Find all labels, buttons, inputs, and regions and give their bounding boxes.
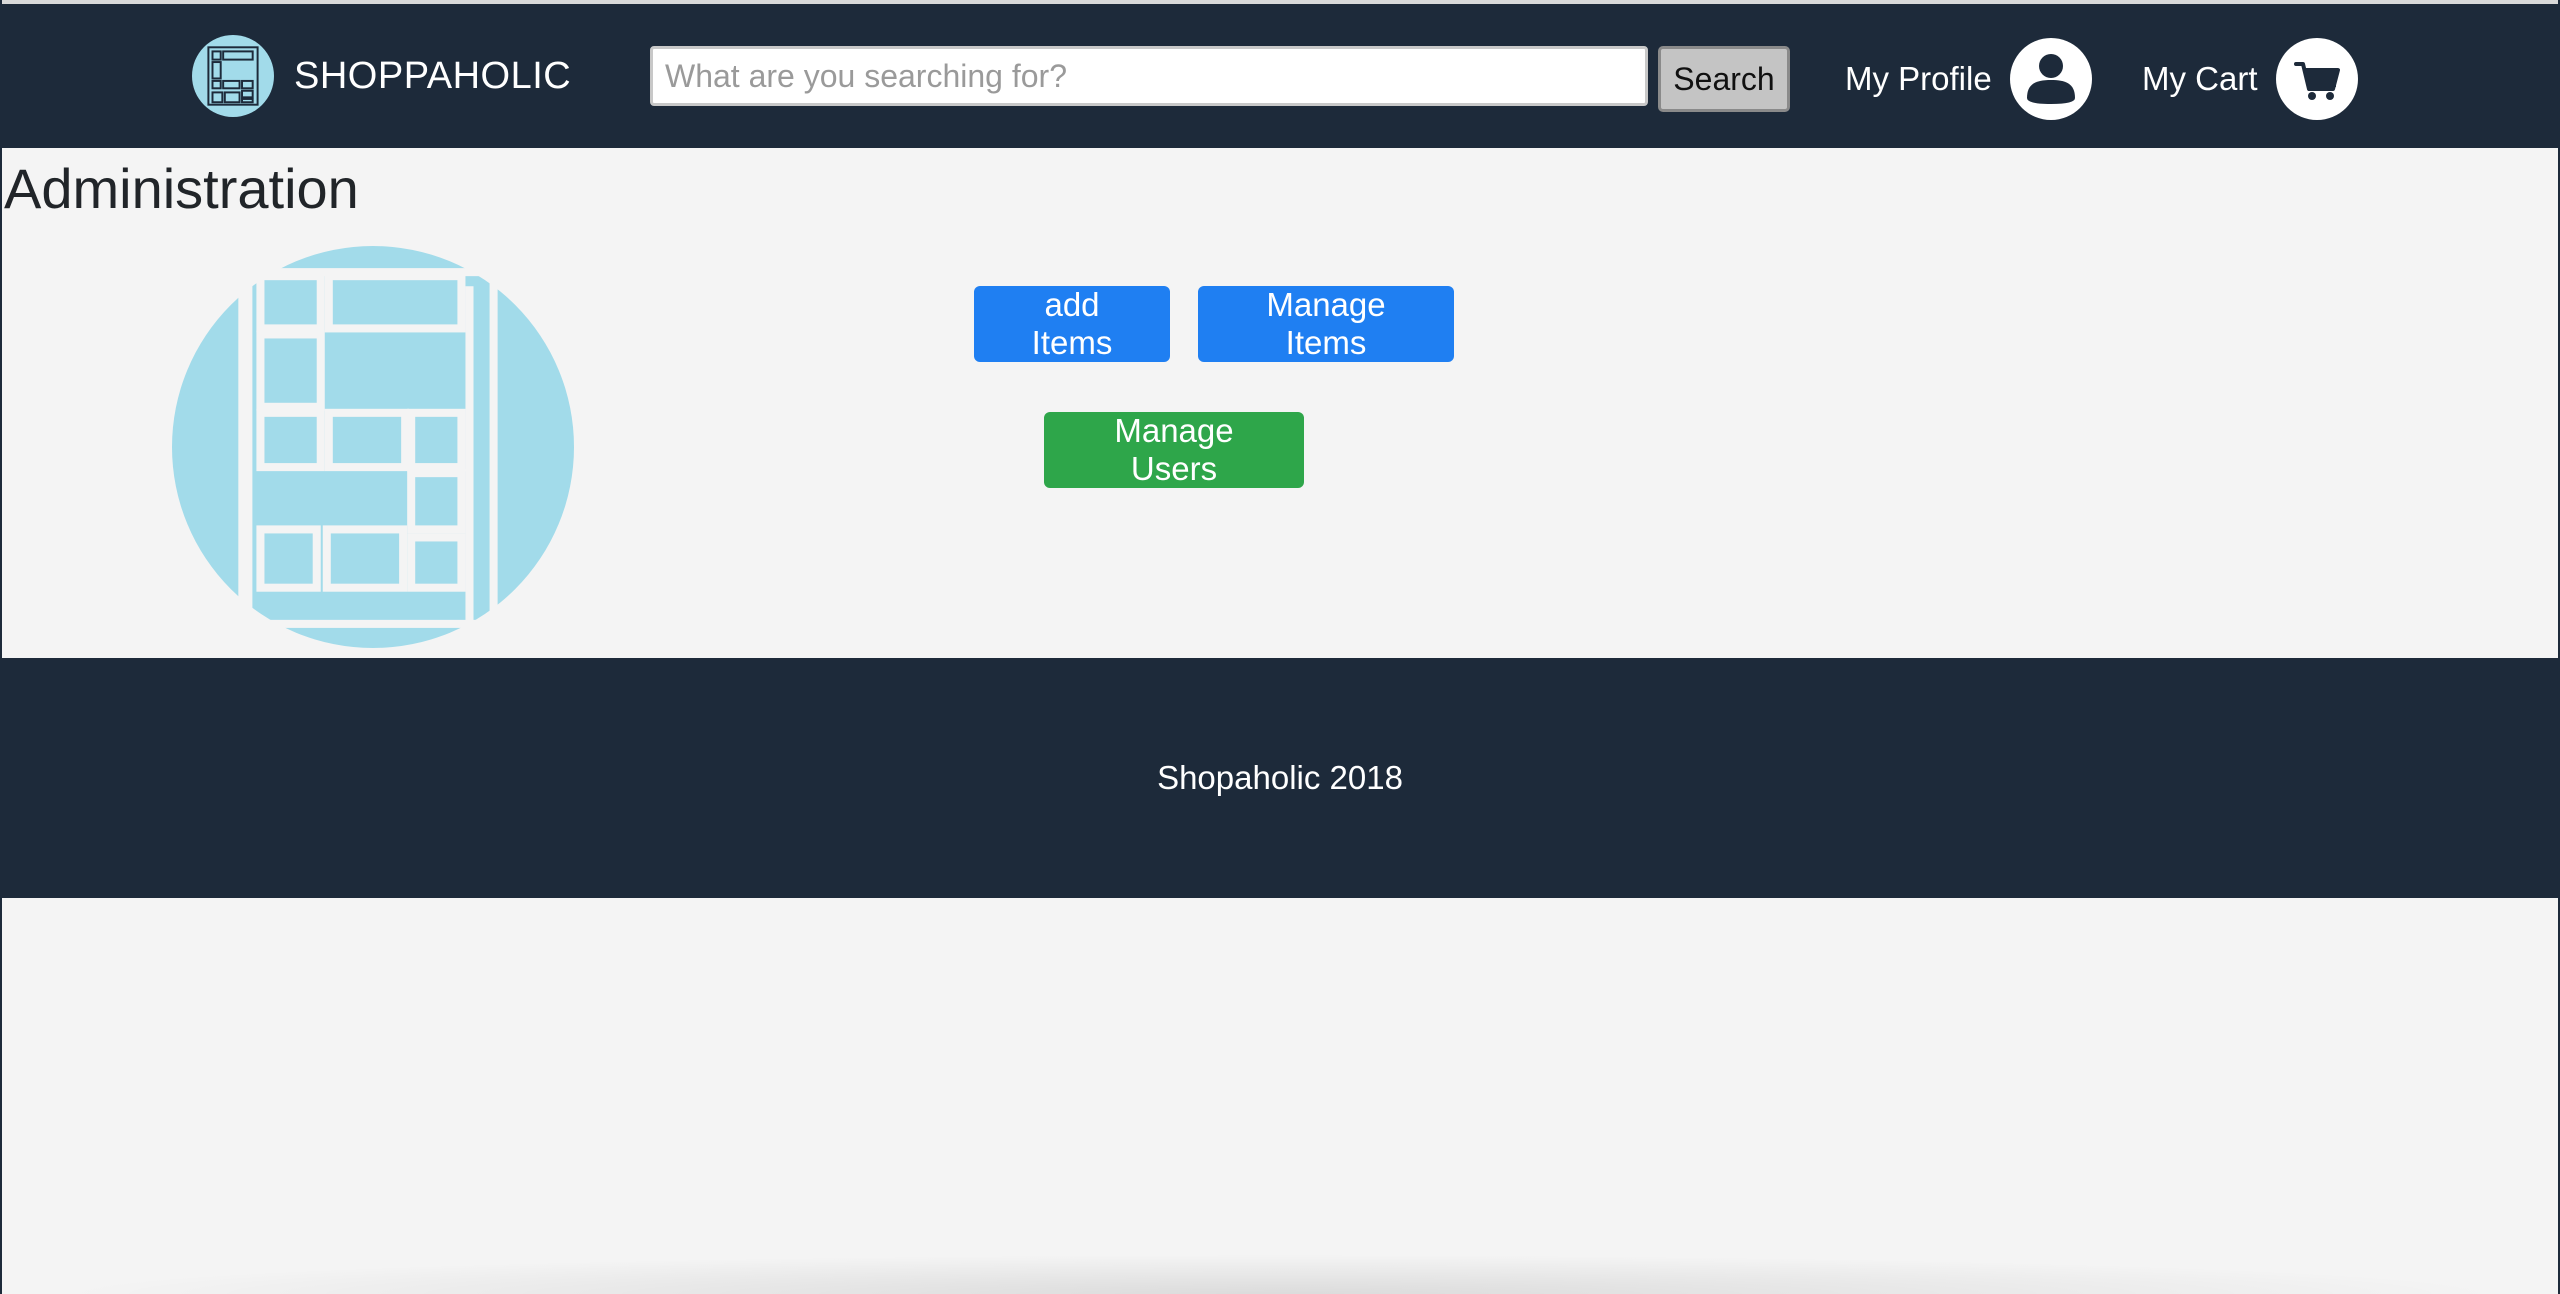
window-bottom-shadow [42,1254,2518,1294]
navbar: SHOPPAHOLIC Search My Profile My Cart [2,0,2558,148]
my-profile-label: My Profile [1845,60,1992,97]
shoppaholic-logo-icon [192,35,274,117]
search-input[interactable] [650,46,1648,106]
my-profile-link[interactable]: My Profile [1845,38,2092,120]
footer: Shopaholic 2018 [2,658,2558,898]
user-icon[interactable] [2009,38,2092,120]
my-cart-label: My Cart [2142,60,2258,97]
add-items-button[interactable]: add Items [974,286,1170,362]
brand-name: SHOPPAHOLIC [294,54,572,97]
manage-items-button[interactable]: Manage Items [1198,286,1454,362]
shopping-cart-icon[interactable] [2275,38,2358,120]
manage-users-button[interactable]: Manage Users [1044,412,1304,488]
shoppaholic-logo-image [172,246,574,648]
my-cart-link[interactable]: My Cart [2142,38,2358,120]
page: SHOPPAHOLIC Search My Profile My Cart [0,0,2560,1294]
brand-link[interactable]: SHOPPAHOLIC [192,34,571,118]
page-title: Administration [4,157,359,220]
footer-text: Shopaholic 2018 [1157,759,1403,796]
search-button[interactable]: Search [1658,46,1790,112]
